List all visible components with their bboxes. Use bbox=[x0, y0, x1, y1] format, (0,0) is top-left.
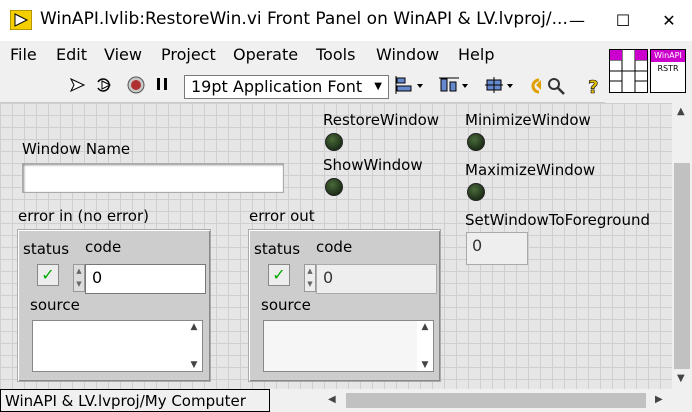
menu-bar: File Edit View Project Operate Tools Win… bbox=[0, 41, 605, 69]
window-name-input[interactable] bbox=[22, 163, 284, 193]
error-out-code-indicator: 0 bbox=[316, 264, 437, 294]
connector-pane[interactable] bbox=[609, 49, 648, 93]
error-out-code-label: code bbox=[316, 238, 353, 256]
maximize-window-led[interactable] bbox=[467, 183, 485, 201]
context-status-bar: WinAPI & LV.lvproj/My Computer bbox=[0, 389, 270, 412]
error-out-source-scrollbar[interactable]: ▲ ▼ bbox=[417, 321, 433, 371]
run-arrow-icon[interactable] bbox=[67, 76, 89, 96]
error-in-status-checkbox[interactable]: ✓ bbox=[37, 264, 59, 286]
vertical-scroll-thumb[interactable] bbox=[674, 163, 690, 369]
font-selector-value: 19pt Application Font bbox=[191, 77, 363, 96]
run-continuously-icon[interactable] bbox=[93, 76, 115, 96]
menu-file[interactable]: File bbox=[10, 45, 37, 64]
abort-icon[interactable] bbox=[125, 76, 147, 96]
front-panel[interactable]: Window Name RestoreWindow ShowWindow Min… bbox=[0, 103, 672, 389]
set-window-foreground-label: SetWindowToForeground bbox=[465, 211, 650, 229]
error-in-code-input[interactable]: 0 bbox=[85, 264, 206, 294]
show-window-led[interactable] bbox=[325, 178, 343, 196]
window-title: WinAPI.lvlib:RestoreWin.vi Front Panel o… bbox=[40, 9, 568, 29]
vi-icon-text: RSTR bbox=[657, 64, 679, 73]
menu-window[interactable]: Window bbox=[376, 45, 439, 64]
help-icon[interactable]: ? bbox=[583, 76, 605, 99]
font-selector[interactable]: 19pt Application Font ▼ bbox=[184, 75, 389, 99]
menu-edit[interactable]: Edit bbox=[56, 45, 87, 64]
error-out-status-label: status bbox=[254, 240, 301, 258]
checkmark-icon: ✓ bbox=[41, 265, 55, 284]
error-in-cluster: status code ✓ ▲ ▼ 0 source ▲ ▼ bbox=[17, 229, 211, 382]
reorder-icon[interactable] bbox=[526, 76, 572, 96]
scroll-up-icon[interactable]: ▲ bbox=[677, 106, 685, 117]
labview-app-icon bbox=[9, 9, 33, 31]
scroll-right-icon[interactable]: ▶ bbox=[655, 394, 663, 405]
checkmark-icon: ✓ bbox=[272, 265, 286, 284]
vi-icon-banner: WinAPI bbox=[651, 50, 685, 62]
error-out-status-indicator: ✓ bbox=[268, 264, 290, 286]
menu-project[interactable]: Project bbox=[161, 45, 216, 64]
svg-text:?: ? bbox=[588, 77, 598, 96]
menu-tools[interactable]: Tools bbox=[316, 45, 355, 64]
minimize-window-label: MinimizeWindow bbox=[465, 111, 591, 129]
menu-view[interactable]: View bbox=[104, 45, 142, 64]
error-out-source-indicator: ▲ ▼ bbox=[263, 320, 434, 372]
pause-icon[interactable] bbox=[151, 76, 173, 96]
error-out-label: error out bbox=[249, 207, 315, 225]
set-window-foreground-indicator: 0 bbox=[466, 232, 528, 265]
error-out-source-label: source bbox=[261, 296, 311, 314]
title-bar: WinAPI.lvlib:RestoreWin.vi Front Panel o… bbox=[0, 0, 692, 41]
scroll-left-icon[interactable]: ◀ bbox=[328, 394, 336, 405]
toolbar: 19pt Application Font ▼ ? bbox=[0, 69, 605, 103]
window-name-label: Window Name bbox=[22, 140, 131, 158]
restore-window-led[interactable] bbox=[325, 133, 343, 151]
error-in-code-incdec[interactable]: ▲ ▼ bbox=[73, 264, 85, 292]
menu-help[interactable]: Help bbox=[458, 45, 494, 64]
error-in-status-label: status bbox=[23, 240, 70, 258]
resize-icon[interactable] bbox=[483, 76, 517, 96]
show-window-label: ShowWindow bbox=[323, 156, 423, 174]
minimize-window-led[interactable] bbox=[467, 133, 485, 151]
horizontal-scroll-thumb[interactable] bbox=[346, 393, 646, 408]
menu-operate[interactable]: Operate bbox=[233, 45, 298, 64]
align-icon[interactable] bbox=[393, 76, 427, 96]
restore-window-label: RestoreWindow bbox=[323, 111, 440, 129]
minimize-button[interactable]: — bbox=[554, 0, 600, 41]
error-in-source-input[interactable]: ▲ ▼ bbox=[32, 320, 203, 372]
error-in-code-label: code bbox=[85, 238, 122, 256]
scroll-down-icon[interactable]: ▼ bbox=[677, 373, 685, 384]
distribute-icon[interactable] bbox=[438, 76, 472, 96]
project-context: WinAPI & LV.lvproj/My Computer bbox=[5, 392, 246, 410]
error-in-source-scrollbar[interactable]: ▲ ▼ bbox=[186, 321, 202, 371]
maximize-button[interactable]: ☐ bbox=[600, 0, 646, 41]
close-button[interactable]: ✕ bbox=[646, 0, 692, 41]
error-in-source-label: source bbox=[30, 296, 80, 314]
error-in-label: error in (no error) bbox=[18, 207, 149, 225]
chevron-down-icon: ▼ bbox=[374, 81, 382, 92]
maximize-window-label: MaximizeWindow bbox=[465, 161, 596, 179]
error-out-code-incdec: ▲ ▼ bbox=[304, 264, 316, 292]
error-out-cluster: status code ✓ ▲ ▼ 0 source ▲ ▼ bbox=[248, 229, 441, 382]
vi-icon[interactable]: WinAPI RSTR bbox=[650, 49, 686, 93]
